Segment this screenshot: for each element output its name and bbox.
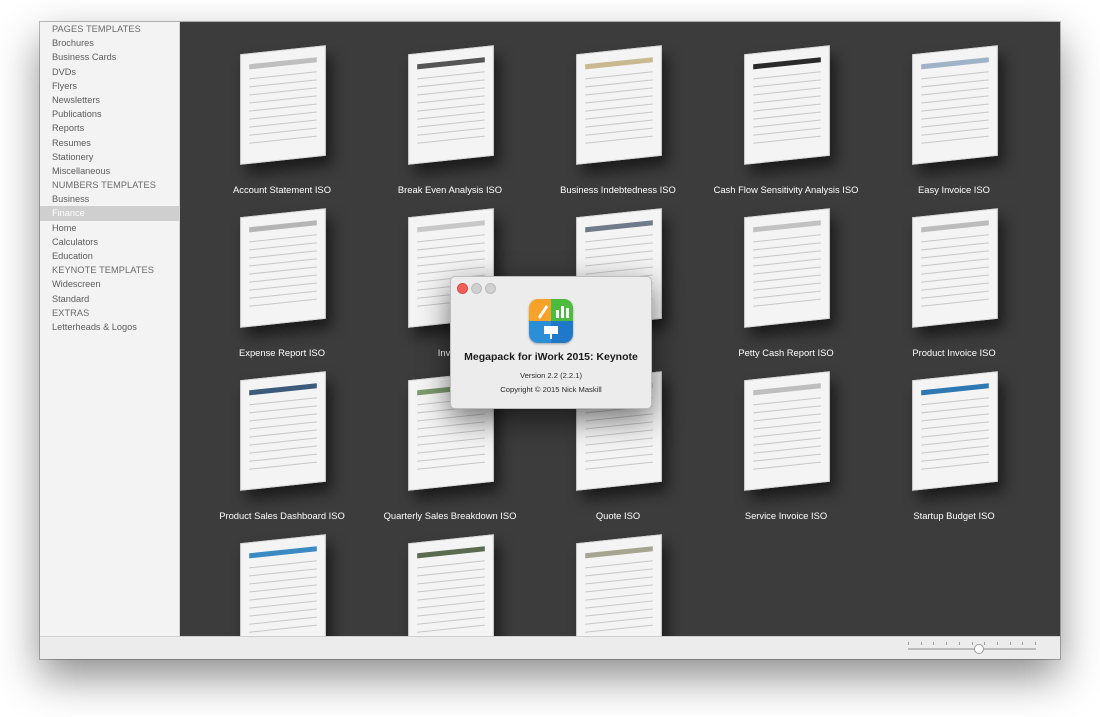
sidebar-item[interactable]: DVDs bbox=[40, 65, 179, 79]
template-thumbnail[interactable]: Break Even Analysis ISO bbox=[366, 32, 534, 195]
template-preview bbox=[408, 45, 494, 165]
about-title: Megapack for iWork 2015: Keynote bbox=[464, 351, 638, 363]
zoom-tick bbox=[984, 642, 986, 645]
template-preview bbox=[912, 371, 998, 491]
template-label: Product Sales Dashboard ISO bbox=[219, 510, 345, 521]
zoom-tick bbox=[996, 642, 998, 645]
template-label: Product Invoice ISO bbox=[912, 347, 996, 358]
template-label: Startup Budget ISO bbox=[913, 510, 995, 521]
sidebar-item[interactable]: Standard bbox=[40, 292, 179, 306]
about-version: Version 2.2 (2.2.1) bbox=[519, 371, 583, 380]
template-label: Break Even Analysis ISO bbox=[397, 184, 503, 195]
sidebar-item[interactable]: Home bbox=[40, 221, 179, 235]
template-label: Quote ISO bbox=[595, 510, 641, 521]
template-preview bbox=[744, 371, 830, 491]
sidebar-item[interactable]: Flyers bbox=[40, 79, 179, 93]
template-thumbnail[interactable]: Service Invoice ISO bbox=[702, 358, 870, 521]
template-preview bbox=[576, 45, 662, 165]
category-sidebar: PAGES TEMPLATES Brochures Business Cards DV… bbox=[40, 22, 180, 636]
template-thumbnail[interactable]: Product Sales Dashboard ISO bbox=[198, 358, 366, 521]
zoom-slider-ticks bbox=[908, 642, 1036, 646]
template-thumbnail[interactable]: Product Invoice ISO bbox=[870, 195, 1038, 358]
template-preview bbox=[240, 45, 326, 165]
template-preview bbox=[912, 45, 998, 165]
zoom-slider-knob[interactable] bbox=[974, 644, 985, 654]
zoom-tick bbox=[971, 642, 973, 645]
sidebar-item[interactable]: Education bbox=[40, 249, 179, 263]
template-label: Quarterly Sales Breakdown ISO bbox=[383, 510, 517, 521]
template-thumbnail[interactable]: Cash Flow Sensitivity Analysis ISO bbox=[702, 32, 870, 195]
sidebar-item[interactable]: Reports bbox=[40, 121, 179, 135]
zoom-tick bbox=[933, 642, 935, 645]
template-label: Expense Report ISO bbox=[239, 347, 325, 358]
about-dialog: Megapack for iWork 2015: Keynote Version… bbox=[450, 276, 652, 409]
about-copyright: Copyright © 2015 Nick Maskill bbox=[500, 385, 602, 394]
sidebar-section-header: NUMBERS TEMPLATES bbox=[52, 180, 156, 191]
zoom-tick bbox=[908, 642, 909, 645]
zoom-slider[interactable] bbox=[908, 644, 1036, 654]
zoom-tick bbox=[1035, 642, 1036, 645]
sidebar-item[interactable]: Business Cards bbox=[40, 50, 179, 64]
sidebar-item[interactable]: Letterheads & Logos bbox=[40, 320, 179, 334]
minimize-button[interactable] bbox=[471, 283, 482, 294]
template-label: Business Indebtedness ISO bbox=[560, 184, 676, 195]
template-preview bbox=[744, 45, 830, 165]
template-preview bbox=[240, 208, 326, 328]
template-thumbnail[interactable]: Expense Report ISO bbox=[198, 195, 366, 358]
zoom-tick bbox=[920, 642, 922, 645]
bottom-toolbar bbox=[40, 636, 1060, 659]
sidebar-section-header: KEYNOTE TEMPLATES bbox=[52, 265, 154, 276]
zoom-tick bbox=[1022, 642, 1024, 645]
sidebar-item[interactable]: Newsletters bbox=[40, 93, 179, 107]
app-icon bbox=[529, 299, 573, 343]
template-label: Cash Flow Sensitivity Analysis ISO bbox=[713, 184, 859, 195]
sidebar-section-header: PAGES TEMPLATES bbox=[52, 24, 141, 34]
template-thumbnail[interactable]: Account Statement ISO bbox=[198, 32, 366, 195]
template-preview bbox=[744, 208, 830, 328]
sidebar-item[interactable]: Business bbox=[40, 192, 179, 206]
template-thumbnail[interactable]: Easy Invoice ISO bbox=[870, 32, 1038, 195]
sidebar-item[interactable]: Finance bbox=[40, 206, 179, 221]
template-label: Petty Cash Report ISO bbox=[738, 347, 834, 358]
sidebar-item[interactable]: Resumes bbox=[40, 136, 179, 150]
app-icon-glyphs bbox=[538, 305, 569, 339]
zoom-tick bbox=[946, 642, 948, 645]
template-thumbnail[interactable]: Business Indebtedness ISO bbox=[534, 32, 702, 195]
template-label: Account Statement ISO bbox=[233, 184, 331, 195]
sidebar-item[interactable]: Stationery bbox=[40, 150, 179, 164]
sidebar-item[interactable]: Brochures bbox=[40, 36, 179, 50]
template-preview bbox=[912, 208, 998, 328]
sidebar-item[interactable]: Publications bbox=[40, 107, 179, 121]
zoom-tick bbox=[958, 642, 960, 645]
template-thumbnail[interactable]: Petty Cash Report ISO bbox=[702, 195, 870, 358]
sidebar-section-header: EXTRAS bbox=[52, 307, 90, 318]
close-button[interactable] bbox=[457, 283, 468, 294]
template-label: Easy Invoice ISO bbox=[918, 184, 990, 195]
zoom-tick bbox=[1009, 642, 1011, 645]
template-preview bbox=[240, 371, 326, 491]
sidebar-item[interactable]: Calculators bbox=[40, 235, 179, 249]
sidebar-item[interactable]: Miscellaneous bbox=[40, 164, 179, 178]
zoom-button[interactable] bbox=[485, 283, 496, 294]
sidebar-item[interactable]: Widescreen bbox=[40, 277, 179, 291]
template-label: Service Invoice ISO bbox=[744, 510, 828, 521]
template-thumbnail[interactable]: Startup Budget ISO bbox=[870, 358, 1038, 521]
